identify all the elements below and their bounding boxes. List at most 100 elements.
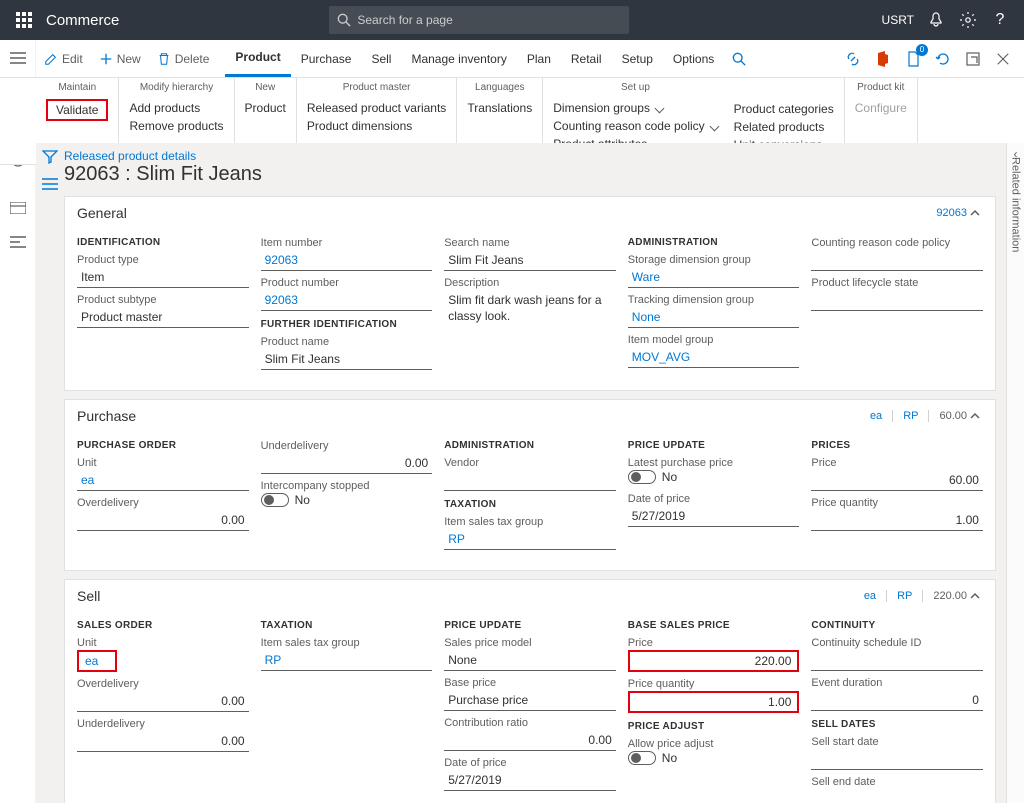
sell-istg-field[interactable]: RP bbox=[261, 650, 433, 671]
tab-purchase[interactable]: Purchase bbox=[291, 41, 362, 77]
pls-field[interactable] bbox=[811, 290, 983, 311]
validate-button[interactable]: Validate bbox=[46, 99, 108, 121]
dimensions-button[interactable]: Product dimensions bbox=[307, 117, 446, 135]
ribbon-group-setup-hdr: Set up bbox=[553, 82, 717, 93]
ribbon-group-maintain-hdr: Maintain bbox=[46, 82, 108, 93]
tdg-field[interactable]: None bbox=[628, 307, 800, 328]
tab-plan[interactable]: Plan bbox=[517, 41, 561, 77]
search-icon bbox=[337, 13, 351, 27]
refresh-icon[interactable] bbox=[930, 46, 956, 72]
sell-price-field[interactable]: 220.00 bbox=[628, 650, 800, 672]
chevron-down-icon bbox=[655, 103, 665, 113]
sdg-field[interactable]: Ware bbox=[628, 267, 800, 288]
module-icon-2[interactable] bbox=[4, 228, 32, 256]
vendor-field[interactable] bbox=[444, 470, 616, 491]
intercompany-toggle[interactable]: No bbox=[261, 493, 310, 507]
sell-overdelivery-field[interactable]: 0.00 bbox=[77, 691, 249, 712]
product-type-field[interactable]: Item bbox=[77, 267, 249, 288]
tdg-label: Tracking dimension group bbox=[628, 294, 800, 306]
product-name-field[interactable]: Slim Fit Jeans bbox=[261, 349, 433, 370]
purchase-unit-field[interactable]: ea bbox=[77, 470, 249, 491]
sed-label: Sell end date bbox=[811, 776, 983, 788]
tab-manage-inventory[interactable]: Manage inventory bbox=[401, 41, 516, 77]
variants-button[interactable]: Released product variants bbox=[307, 99, 446, 117]
waffle-icon[interactable] bbox=[8, 4, 40, 36]
edit-button[interactable]: Edit bbox=[36, 41, 91, 77]
list-icon[interactable] bbox=[42, 178, 58, 193]
gear-icon[interactable] bbox=[952, 0, 984, 40]
tab-setup[interactable]: Setup bbox=[612, 41, 663, 77]
close-icon[interactable] bbox=[990, 46, 1016, 72]
delete-button[interactable]: Delete bbox=[149, 41, 218, 77]
ed-field[interactable]: 0 bbox=[811, 690, 983, 711]
bp-field[interactable]: Purchase price bbox=[444, 690, 616, 711]
help-icon[interactable]: ? bbox=[984, 0, 1016, 40]
purchase-dop-field[interactable]: 5/27/2019 bbox=[628, 506, 800, 527]
product-number-field[interactable]: 92063 bbox=[261, 290, 433, 311]
ssd-field[interactable] bbox=[811, 749, 983, 770]
sell-card: Sell ea RP 220.00 SALES ORDER Unitea bbox=[64, 579, 996, 803]
user-label[interactable]: USRT bbox=[876, 0, 920, 40]
product-categories-button[interactable]: Product categories bbox=[734, 100, 834, 118]
command-bar: Edit New Delete Product Purchase Sell Ma… bbox=[0, 40, 1024, 78]
crcp-button[interactable]: Counting reason code policy bbox=[553, 117, 717, 135]
translations-button[interactable]: Translations bbox=[467, 99, 532, 117]
lpp-toggle[interactable]: No bbox=[628, 470, 677, 484]
general-header[interactable]: General 92063 bbox=[65, 197, 995, 229]
new-button[interactable]: New bbox=[91, 41, 149, 77]
link-icon[interactable] bbox=[840, 46, 866, 72]
related-info-panel[interactable]: ‹ Related information bbox=[1006, 143, 1024, 803]
command-search-icon[interactable] bbox=[724, 41, 754, 77]
sell-underdelivery-field[interactable]: 0.00 bbox=[77, 731, 249, 752]
lpp-label: Latest purchase price bbox=[628, 457, 800, 469]
popout-icon[interactable] bbox=[960, 46, 986, 72]
description-field[interactable]: Slim fit dark wash jeans for a classy lo… bbox=[444, 290, 616, 327]
document-icon[interactable]: 0 bbox=[900, 46, 926, 72]
product-subtype-field[interactable]: Product master bbox=[77, 307, 249, 328]
item-number-field[interactable]: 92063 bbox=[261, 250, 433, 271]
configure-button[interactable]: Configure bbox=[855, 99, 907, 117]
tab-product[interactable]: Product bbox=[225, 41, 290, 77]
related-products-button[interactable]: Related products bbox=[734, 118, 834, 136]
search-name-field[interactable]: Slim Fit Jeans bbox=[444, 250, 616, 271]
sell-unit-field[interactable]: ea bbox=[77, 650, 117, 672]
product-subtype-label: Product subtype bbox=[77, 294, 249, 306]
related-info-label: Related information bbox=[1010, 157, 1022, 252]
purchase-pq-field[interactable]: 1.00 bbox=[811, 510, 983, 531]
apa-toggle[interactable]: No bbox=[628, 751, 677, 765]
sell-pq-field[interactable]: 1.00 bbox=[628, 691, 800, 713]
filter-icon[interactable] bbox=[42, 149, 58, 168]
sell-header[interactable]: Sell ea RP 220.00 bbox=[65, 580, 995, 612]
bell-icon[interactable] bbox=[920, 0, 952, 40]
product-button[interactable]: Product bbox=[245, 99, 286, 117]
dimension-groups-button[interactable]: Dimension groups bbox=[553, 99, 717, 117]
purchase-underdelivery-field[interactable]: 0.00 bbox=[261, 453, 433, 474]
office-icon[interactable] bbox=[870, 46, 896, 72]
divider bbox=[892, 410, 893, 422]
sell-pu-hdr: PRICE UPDATE bbox=[444, 620, 616, 631]
tab-retail[interactable]: Retail bbox=[561, 41, 612, 77]
csid-field[interactable] bbox=[811, 650, 983, 671]
cr-field[interactable]: 0.00 bbox=[444, 730, 616, 751]
sed-field[interactable] bbox=[811, 789, 983, 803]
purchase-price-field[interactable]: 60.00 bbox=[811, 470, 983, 491]
module-icon-1[interactable] bbox=[4, 194, 32, 222]
global-search[interactable]: Search for a page bbox=[329, 6, 629, 34]
remove-products-button[interactable]: Remove products bbox=[129, 117, 223, 135]
spm-field[interactable]: None bbox=[444, 650, 616, 671]
crcp-field[interactable] bbox=[811, 250, 983, 271]
sell-dop-field[interactable]: 5/27/2019 bbox=[444, 770, 616, 791]
img-field[interactable]: MOV_AVG bbox=[628, 347, 800, 368]
add-products-button[interactable]: Add products bbox=[129, 99, 223, 117]
tab-options[interactable]: Options bbox=[663, 41, 724, 77]
purchase-istg-field[interactable]: RP bbox=[444, 529, 616, 550]
workspace: Released product details 92063 : Slim Fi… bbox=[36, 143, 1006, 803]
chevron-down-icon bbox=[709, 121, 719, 131]
vendor-label: Vendor bbox=[444, 457, 616, 469]
purchase-badge-unit: ea bbox=[870, 410, 882, 422]
tab-sell[interactable]: Sell bbox=[361, 41, 401, 77]
toggle-switch-icon bbox=[261, 493, 289, 507]
purchase-overdelivery-field[interactable]: 0.00 bbox=[77, 510, 249, 531]
breadcrumb[interactable]: Released product details bbox=[64, 149, 196, 163]
purchase-header[interactable]: Purchase ea RP 60.00 bbox=[65, 400, 995, 432]
